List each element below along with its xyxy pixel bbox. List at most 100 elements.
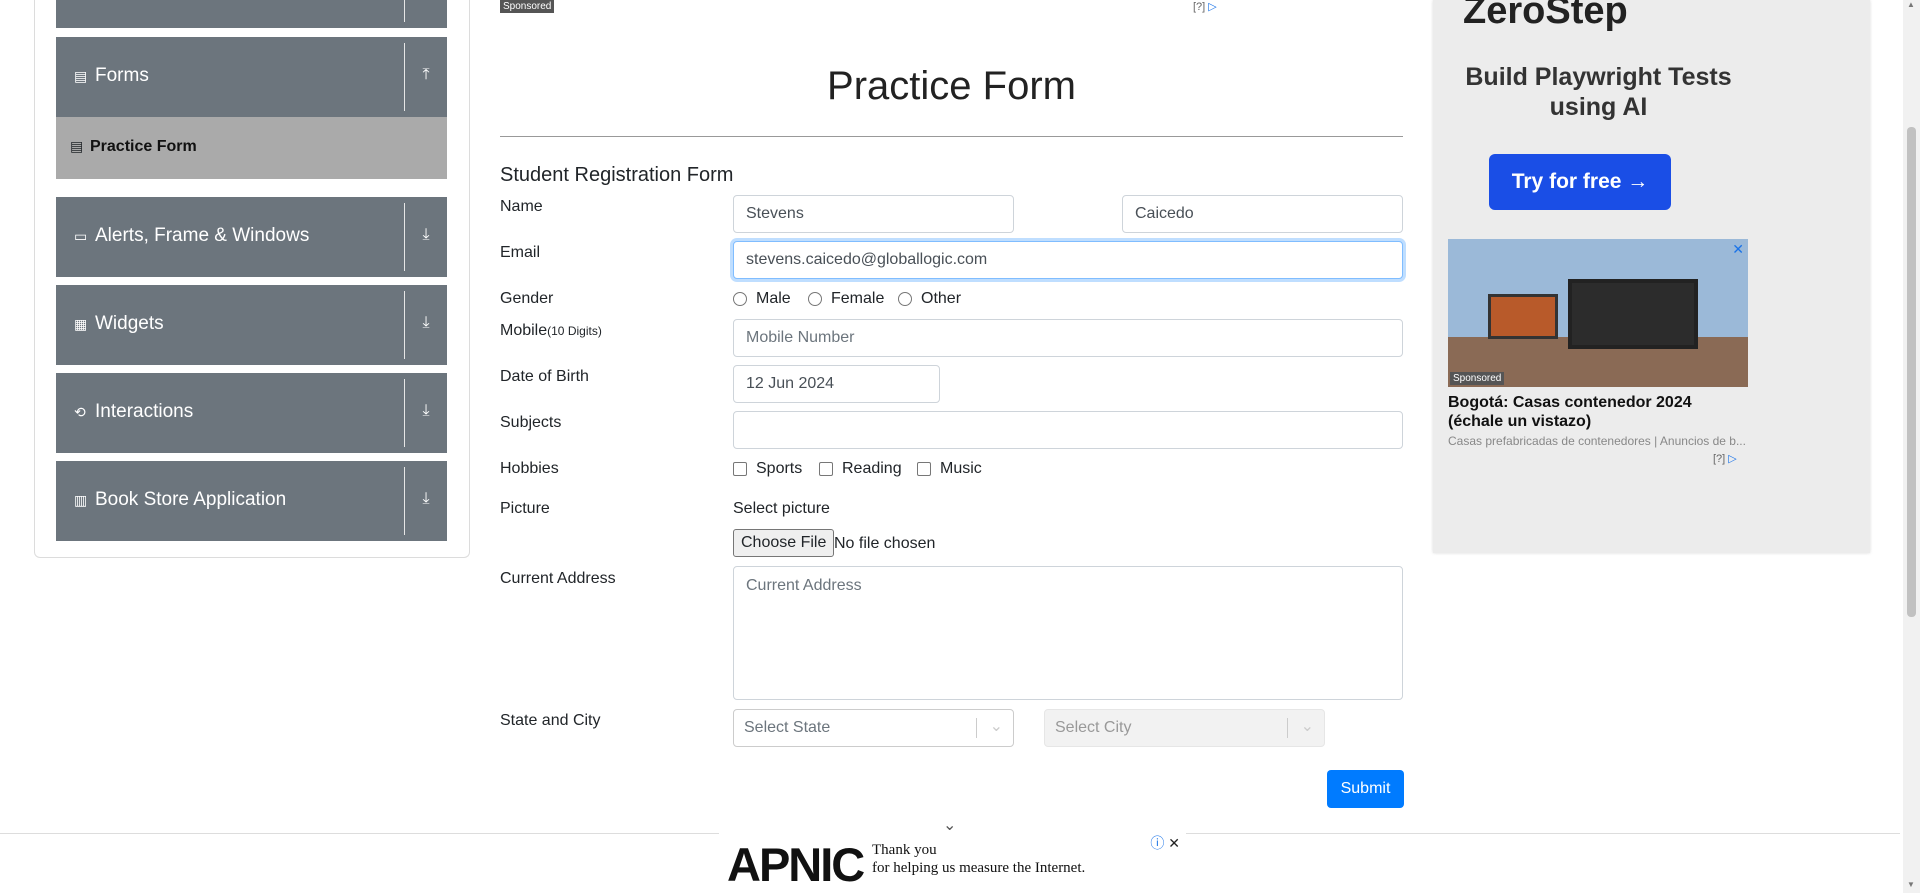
scroll-down-arrow-icon[interactable]: ▼ <box>1907 880 1915 889</box>
option-label: Female <box>831 290 885 307</box>
gender-male-radio[interactable]: Male <box>733 290 791 308</box>
select-picture-label: Select picture <box>733 500 830 517</box>
checkbox-box[interactable] <box>917 462 931 476</box>
sidebar-group-label: Interactions <box>95 401 194 422</box>
sidebar-group-interactions[interactable]: ⟲ Interactions ⤓ <box>56 373 447 453</box>
sidebar-group-label: Widgets <box>95 313 164 334</box>
ad-info-text: [?] <box>1193 1 1206 13</box>
collapse-arrow-icon[interactable]: ⤒ <box>415 66 437 84</box>
chevron-down-icon[interactable]: ⌄ <box>1301 716 1314 736</box>
name-label: Name <box>500 198 543 215</box>
bottom-advertisement[interactable]: APNIC Thank you for helping us measure t… <box>719 833 1186 893</box>
ad-controls[interactable]: ⓘ ✕ <box>1150 833 1180 853</box>
sidebar-group-label: Book Store Application <box>95 489 287 510</box>
expand-arrow-icon[interactable]: ⤓ <box>415 490 437 508</box>
sidebar-item-label: Practice Form <box>90 138 197 155</box>
ad-message-line: Thank you <box>872 842 937 858</box>
title-divider <box>500 136 1403 137</box>
apnic-logo: APNIC <box>727 838 865 891</box>
mobile-input[interactable]: Mobile Number <box>733 319 1403 357</box>
scrollbar-thumb[interactable] <box>1907 127 1916 617</box>
radio-circle[interactable] <box>898 292 912 306</box>
ad-brand-logo: ZeroStep <box>1463 0 1628 32</box>
group-divider <box>404 291 405 359</box>
radio-circle[interactable] <box>808 292 822 306</box>
form-doc-icon: ▤ <box>70 138 84 154</box>
email-input[interactable]: stevens.caicedo@globallogic.com <box>733 241 1403 279</box>
ad-info-link[interactable]: [?] ▷ <box>1713 452 1737 465</box>
current-address-textarea[interactable]: Current Address <box>733 566 1403 700</box>
hobby-music-checkbox[interactable]: Music <box>917 460 982 478</box>
checkbox-box[interactable] <box>733 462 747 476</box>
subjects-input[interactable] <box>733 411 1403 449</box>
gender-label: Gender <box>500 290 554 307</box>
ad-message-line: for helping us measure the Internet. <box>872 860 1086 876</box>
right-advertisement[interactable]: ZeroStep Build Playwright Tests using AI… <box>1433 0 1870 553</box>
interactions-icon: ⟲ <box>74 404 86 420</box>
sidebar-group-forms[interactable]: ▤ Forms ⤒ <box>56 37 447 117</box>
expand-arrow-icon[interactable]: ⤓ <box>415 402 437 420</box>
email-label: Email <box>500 244 541 261</box>
group-divider <box>404 0 405 22</box>
ad-image-cabin <box>1488 294 1558 339</box>
option-label: Music <box>940 460 982 477</box>
close-icon[interactable]: ✕ <box>1732 241 1744 258</box>
chevron-down-icon[interactable]: ⌄ <box>990 716 1003 736</box>
hobbies-label: Hobbies <box>500 460 559 477</box>
adchoices-icon: ▷ <box>1728 453 1737 465</box>
date-of-birth-input[interactable]: 12 Jun 2024 <box>733 365 940 403</box>
state-select[interactable]: Select State ⌄ <box>733 709 1014 747</box>
page-title: Practice Form <box>827 64 1076 108</box>
expand-arrow-icon[interactable]: ⤓ <box>415 226 437 244</box>
sidebar-item-practice-form[interactable]: ▤ Practice Form <box>56 117 447 179</box>
sidebar-group-elements[interactable] <box>56 0 447 28</box>
ad-message: Thank you for helping us measure the Int… <box>872 841 1085 877</box>
ad-headline-link[interactable]: Bogotá: Casas contenedor 2024 (échale un… <box>1448 393 1748 431</box>
radio-circle[interactable] <box>733 292 747 306</box>
hobby-sports-checkbox[interactable]: Sports <box>733 460 802 478</box>
submit-button[interactable]: Submit <box>1327 770 1404 808</box>
sponsored-badge: Sponsored <box>1450 372 1505 385</box>
mobile-hint: (10 Digits) <box>547 324 602 338</box>
chevron-down-icon[interactable]: ⌄ <box>943 815 956 835</box>
hobby-reading-checkbox[interactable]: Reading <box>819 460 902 478</box>
no-file-text: No file chosen <box>834 535 936 552</box>
sponsored-badge: Sponsored <box>500 0 555 13</box>
select-separator <box>1287 718 1288 738</box>
sidebar: ▤ Forms ⤒ ▤ Practice Form ▭ Alerts, Fram… <box>34 0 470 558</box>
checkbox-box[interactable] <box>819 462 833 476</box>
expand-arrow-icon[interactable]: ⤓ <box>415 314 437 332</box>
city-select-value: Select City <box>1055 719 1132 736</box>
sidebar-group-widgets[interactable]: ▦ Widgets ⤓ <box>56 285 447 365</box>
ad-promo-text: Build Playwright Tests using AI <box>1465 63 1732 121</box>
sidebar-group-alerts[interactable]: ▭ Alerts, Frame & Windows ⤓ <box>56 197 447 277</box>
ad-image-cabin <box>1568 279 1698 349</box>
choose-file-button[interactable]: Choose File <box>733 529 835 557</box>
dob-label: Date of Birth <box>500 368 589 385</box>
state-city-label: State and City <box>500 712 601 729</box>
ad-info-link[interactable]: [?] ▷ <box>1193 0 1217 13</box>
ad-image[interactable]: ✕ Sponsored <box>1448 239 1748 387</box>
sidebar-group-book-store[interactable]: ▥ Book Store Application ⤓ <box>56 461 447 541</box>
books-icon: ▥ <box>74 492 88 508</box>
mobile-label: Mobile(10 Digits) <box>500 322 602 340</box>
last-name-input[interactable]: Caicedo <box>1122 195 1403 233</box>
ad-info-text: [?] <box>1713 453 1726 465</box>
first-name-input[interactable]: Stevens <box>733 195 1014 233</box>
try-for-free-button[interactable]: Try for free → <box>1489 154 1671 210</box>
gender-female-radio[interactable]: Female <box>808 290 884 308</box>
info-icon[interactable]: ⓘ <box>1150 835 1164 851</box>
close-icon[interactable]: ✕ <box>1168 835 1180 851</box>
scroll-up-arrow-icon[interactable]: ▲ <box>1907 0 1915 9</box>
gender-other-radio[interactable]: Other <box>898 290 961 308</box>
form-heading: Student Registration Form <box>500 164 734 186</box>
window-icon: ▭ <box>74 228 88 244</box>
sidebar-group-label: Forms <box>95 65 149 86</box>
option-label: Male <box>756 290 791 307</box>
ad-subline: Casas prefabricadas de contenedores | An… <box>1448 434 1746 448</box>
vertical-scrollbar[interactable]: ▲ ▼ <box>1903 0 1920 893</box>
picture-label: Picture <box>500 500 550 517</box>
city-select[interactable]: Select City ⌄ <box>1044 709 1325 747</box>
widgets-icon: ▦ <box>74 316 88 332</box>
sidebar-group-label: Alerts, Frame & Windows <box>95 225 310 246</box>
